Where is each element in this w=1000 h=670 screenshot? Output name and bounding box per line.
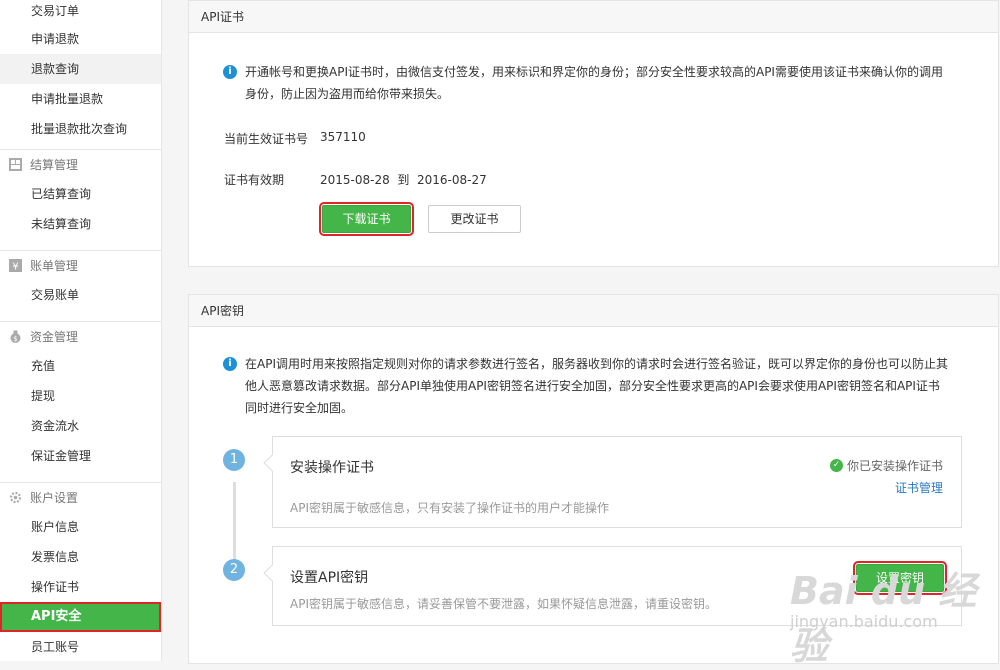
download-cert-button[interactable]: 下载证书 — [319, 202, 414, 236]
sidebar-group-label: 账单管理 — [30, 258, 79, 273]
step-timeline — [233, 482, 236, 570]
cert-manage-link[interactable]: 证书管理 — [895, 479, 943, 496]
info-icon: i — [223, 65, 237, 79]
notice-line: 开通帐号和更换API证书时，由微信支付签发，用来标识和界定你的身份；部分安全性要… — [245, 65, 943, 79]
sidebar-item-account-info[interactable]: 账户信息 — [0, 512, 161, 542]
step-install-cert: 安装操作证书 ✓ 你已安装操作证书 证书管理 API密钥属于敏感信息，只有安装了… — [263, 436, 962, 528]
step-title: 设置API密钥 — [290, 570, 369, 586]
key-notice: i 在API调用时用来按照指定规则对你的请求参数进行签名，服务器收到你的请求时会… — [223, 353, 983, 419]
cert-installed-status: ✓ 你已安装操作证书 — [829, 457, 943, 474]
svg-text:$: $ — [13, 335, 17, 343]
sidebar-item-batch-refund[interactable]: 申请批量退款 — [0, 84, 161, 114]
cert-validity-value: 2015-08-28 到 2016-08-27 — [320, 173, 487, 187]
change-cert-button[interactable]: 更改证书 — [428, 205, 521, 233]
sidebar-group-label: 资金管理 — [30, 329, 79, 344]
sidebar: 交易订单 申请退款 退款查询 申请批量退款 批量退款批次查询 结算管理 已结算查… — [0, 0, 162, 661]
sidebar-item-staff-account[interactable]: 员工账号 — [0, 632, 161, 662]
notice-line: 在API调用时用来按照指定规则对你的请求参数进行签名，服务器收到你的请求时会进行… — [245, 357, 948, 371]
status-text: 你已安装操作证书 — [846, 459, 943, 473]
sidebar-item-batch-refund-query[interactable]: 批量退款批次查询 — [0, 114, 161, 144]
sidebar-item-fund-flow[interactable]: 资金流水 — [0, 411, 161, 441]
cert-notice: i 开通帐号和更换API证书时，由微信支付签发，用来标识和界定你的身份；部分安全… — [223, 61, 963, 105]
baidu-watermark-url: jingyan.baidu.com — [790, 612, 938, 631]
grid-icon — [9, 158, 22, 171]
sidebar-group-settlement: 结算管理 — [0, 149, 161, 179]
check-circle-icon: ✓ — [829, 459, 843, 472]
sidebar-item-withdraw[interactable]: 提现 — [0, 381, 161, 411]
cert-serial-row: 当前生效证书号 357110 — [224, 130, 366, 147]
sidebar-item-apply-refund[interactable]: 申请退款 — [0, 24, 161, 54]
sidebar-item-trade-bill[interactable]: 交易账单 — [0, 280, 161, 310]
notice-line: 身份，防止因为盗用而给你带来损失。 — [245, 87, 450, 101]
panel-title: API密钥 — [189, 295, 998, 327]
yen-icon: ¥ — [9, 259, 22, 272]
notice-text: 开通帐号和更换API证书时，由微信支付签发，用来标识和界定你的身份；部分安全性要… — [245, 61, 943, 105]
money-bag-icon: $ — [9, 330, 22, 343]
panel-title: API证书 — [189, 1, 998, 33]
svg-text:¥: ¥ — [12, 262, 18, 273]
sidebar-item-recharge[interactable]: 充值 — [0, 351, 161, 381]
step-desc: API密钥属于敏感信息，只有安装了操作证书的用户才能操作 — [290, 501, 609, 515]
notice-line: 他人恶意篡改请求数据。部分API单独使用API密钥签名进行安全加固，部分安全性要… — [245, 379, 940, 393]
cert-serial-label: 当前生效证书号 — [224, 132, 309, 146]
gear-icon — [9, 491, 22, 504]
sidebar-item-trade-orders[interactable]: 交易订单 — [0, 0, 161, 24]
sidebar-item-refund-query[interactable]: 退款查询 — [0, 54, 161, 84]
step-number-2: 2 — [223, 559, 245, 581]
sidebar-item-invoice-info[interactable]: 发票信息 — [0, 542, 161, 572]
sidebar-group-label: 结算管理 — [30, 157, 79, 172]
cert-validity-label: 证书有效期 — [224, 173, 285, 187]
step-number-1: 1 — [223, 449, 245, 471]
api-cert-panel: API证书 i 开通帐号和更换API证书时，由微信支付签发，用来标识和界定你的身… — [188, 0, 999, 267]
info-icon: i — [223, 357, 237, 371]
step-desc: API密钥属于敏感信息，请妥善保管不要泄露，如果怀疑信息泄露，请重设密钥。 — [290, 597, 717, 611]
notice-text: 在API调用时用来按照指定规则对你的请求参数进行签名，服务器收到你的请求时会进行… — [245, 353, 948, 419]
sidebar-item-operation-cert[interactable]: 操作证书 — [0, 572, 161, 602]
sidebar-item-unsettled-query[interactable]: 未结算查询 — [0, 209, 161, 239]
sidebar-item-deposit[interactable]: 保证金管理 — [0, 441, 161, 471]
sidebar-item-api-security[interactable]: API安全 — [0, 602, 161, 632]
notice-line: 同时进行安全加固。 — [245, 401, 354, 415]
sidebar-item-settled-query[interactable]: 已结算查询 — [0, 179, 161, 209]
sidebar-group-bill: ¥ 账单管理 — [0, 250, 161, 280]
sidebar-group-label: 账户设置 — [30, 490, 79, 505]
cert-validity-row: 证书有效期 2015-08-28 到 2016-08-27 — [224, 171, 487, 188]
step-title: 安装操作证书 — [290, 460, 374, 476]
sidebar-group-fund: $ 资金管理 — [0, 321, 161, 351]
cert-serial-value: 357110 — [320, 130, 366, 144]
sidebar-group-account: 账户设置 — [0, 482, 161, 512]
